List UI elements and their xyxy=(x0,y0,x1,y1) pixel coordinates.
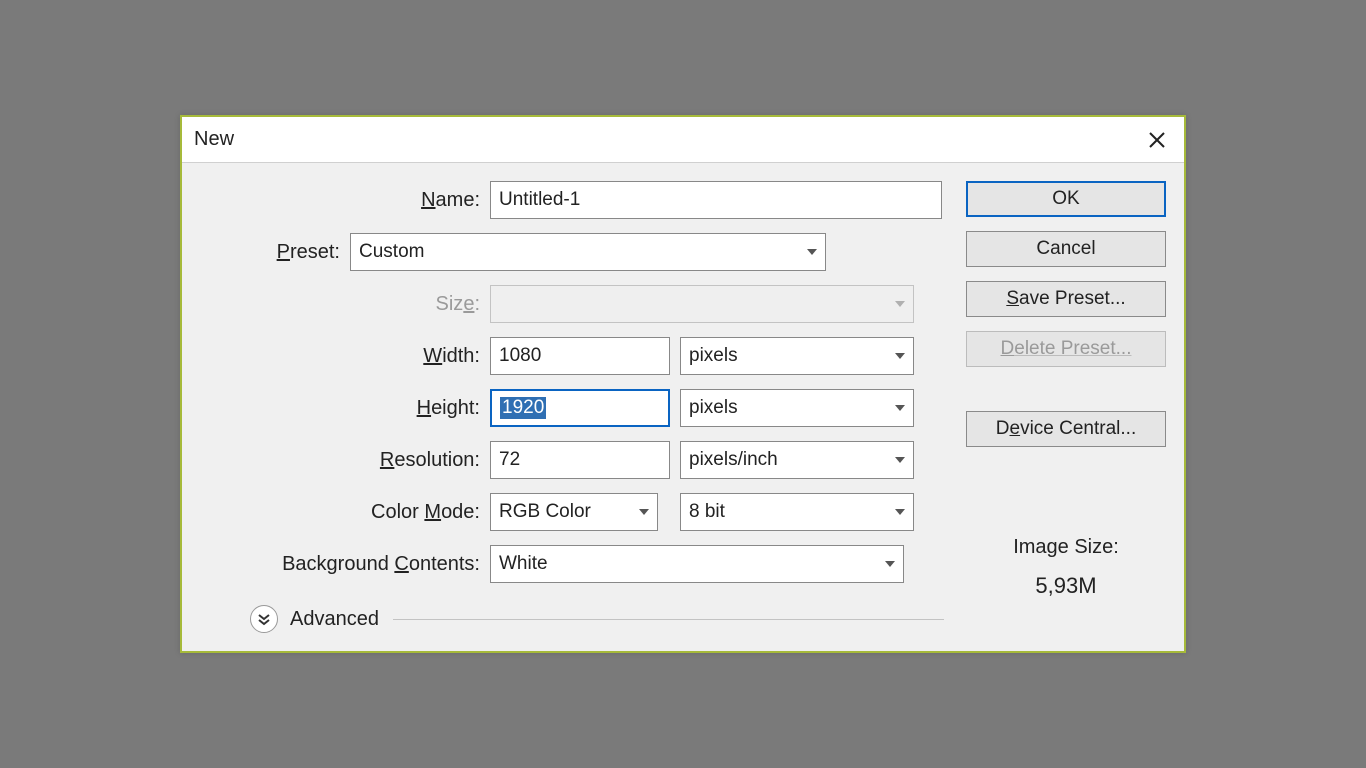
dialog-body: Name: Untitled-1 Preset: Custom Size: Wi… xyxy=(182,163,1184,651)
chevron-down-icon xyxy=(885,561,895,567)
dialog-sidebar: OK Cancel Save Preset... Delete Preset..… xyxy=(954,181,1166,633)
color-mode-row: Color Mode: RGB Color 8 bit xyxy=(200,493,944,531)
width-label: Width: xyxy=(200,345,490,368)
size-select xyxy=(490,285,914,323)
chevron-down-icon xyxy=(895,457,905,463)
height-input[interactable]: 1920 xyxy=(490,389,670,427)
advanced-row: Advanced xyxy=(250,605,944,633)
chevron-down-icon xyxy=(895,509,905,515)
chevron-down-icon xyxy=(807,249,817,255)
chevron-double-down-icon xyxy=(257,612,271,626)
chevron-down-icon xyxy=(639,509,649,515)
height-label: Height: xyxy=(200,397,490,420)
background-contents-label: Background Contents: xyxy=(200,553,490,576)
preset-select[interactable]: Custom xyxy=(350,233,826,271)
dialog-title: New xyxy=(194,128,234,151)
color-mode-select[interactable]: RGB Color xyxy=(490,493,658,531)
chevron-down-icon xyxy=(895,301,905,307)
color-mode-label: Color Mode: xyxy=(200,501,490,524)
background-contents-row: Background Contents: White xyxy=(200,545,944,583)
height-row: Height: 1920 pixels xyxy=(200,389,944,427)
height-unit-select[interactable]: pixels xyxy=(680,389,914,427)
spacer xyxy=(966,381,1166,411)
chevron-down-icon xyxy=(895,353,905,359)
bit-depth-select[interactable]: 8 bit xyxy=(680,493,914,531)
titlebar: New xyxy=(182,117,1184,163)
resolution-row: Resolution: 72 pixels/inch xyxy=(200,441,944,479)
image-size-block: Image Size: 5,93M xyxy=(966,536,1166,633)
chevron-down-icon xyxy=(895,405,905,411)
name-label: Name: xyxy=(200,189,490,212)
form-area: Name: Untitled-1 Preset: Custom Size: Wi… xyxy=(200,181,954,633)
new-document-dialog: New Name: Untitled-1 Preset: Custom Size… xyxy=(180,115,1186,653)
close-icon xyxy=(1148,131,1166,149)
cancel-button[interactable]: Cancel xyxy=(966,231,1166,267)
delete-preset-button: Delete Preset... xyxy=(966,331,1166,367)
resolution-input[interactable]: 72 xyxy=(490,441,670,479)
image-size-value: 5,93M xyxy=(1035,573,1096,598)
name-input[interactable]: Untitled-1 xyxy=(490,181,942,219)
advanced-label: Advanced xyxy=(290,608,379,631)
background-contents-select[interactable]: White xyxy=(490,545,904,583)
width-unit-select[interactable]: pixels xyxy=(680,337,914,375)
image-size-label: Image Size: xyxy=(966,536,1166,559)
save-preset-button[interactable]: Save Preset... xyxy=(966,281,1166,317)
preset-row: Preset: Custom xyxy=(200,233,944,271)
preset-label: Preset: xyxy=(200,241,350,264)
resolution-label: Resolution: xyxy=(200,449,490,472)
close-button[interactable] xyxy=(1144,127,1170,153)
advanced-toggle[interactable] xyxy=(250,605,278,633)
width-input[interactable]: 1080 xyxy=(490,337,670,375)
ok-button[interactable]: OK xyxy=(966,181,1166,217)
size-label: Size: xyxy=(200,293,490,316)
divider xyxy=(393,619,944,620)
width-row: Width: 1080 pixels xyxy=(200,337,944,375)
device-central-button[interactable]: Device Central... xyxy=(966,411,1166,447)
size-row: Size: xyxy=(200,285,944,323)
name-row: Name: Untitled-1 xyxy=(200,181,944,219)
resolution-unit-select[interactable]: pixels/inch xyxy=(680,441,914,479)
